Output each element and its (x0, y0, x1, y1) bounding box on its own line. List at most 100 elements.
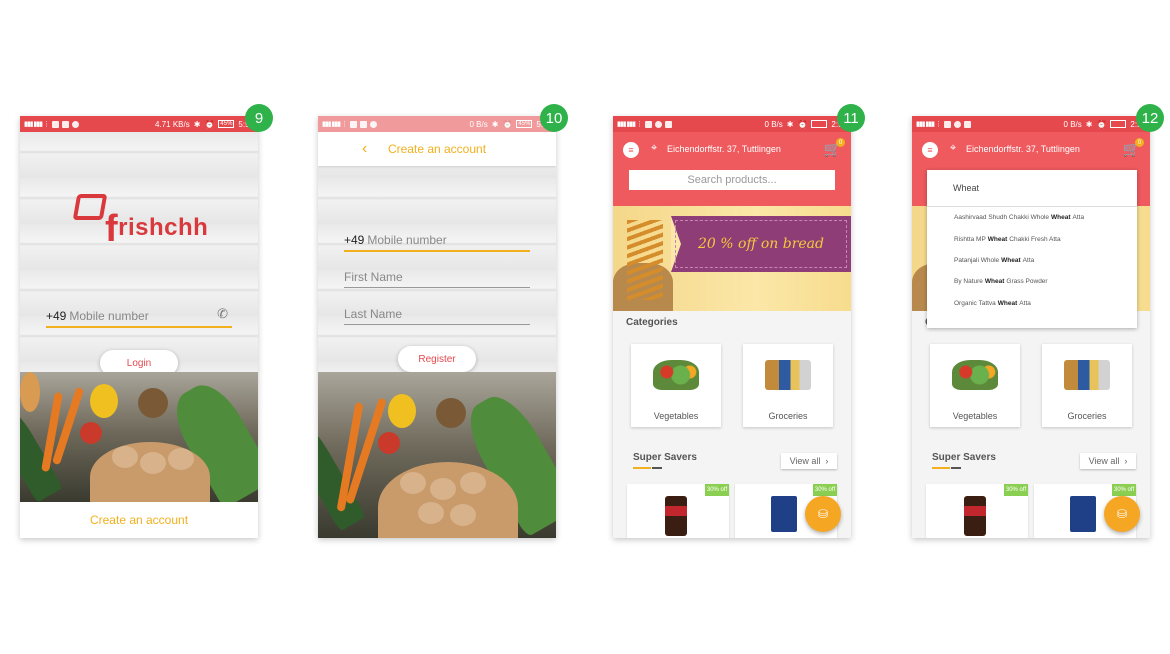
check-icon (62, 120, 70, 128)
basket-fab-icon[interactable]: ⛁ (1104, 496, 1140, 532)
mobile-number-field[interactable]: +49 Mobile number ✆ (46, 306, 232, 328)
category-groceries[interactable]: Groceries (743, 344, 833, 427)
discount-badge: 30% off (705, 484, 729, 496)
bluetooth-icon: ✱ (786, 119, 794, 129)
battery-indicator: 45% (516, 120, 533, 128)
network-speed: 0 B/s (469, 119, 488, 129)
category-vegetables[interactable]: Vegetables (930, 344, 1020, 427)
basket-fab-icon[interactable]: ⛁ (805, 496, 841, 532)
category-vegetables[interactable]: Vegetables (631, 344, 721, 427)
title-underline (633, 467, 651, 469)
super-savers-title: Super Savers (932, 452, 996, 463)
vegetables-photo (20, 372, 258, 502)
signal-icon: ▮▮▮ ▮▮▮ ⋮ (916, 121, 942, 128)
wheat-image (627, 220, 663, 300)
status-bar: ▮▮▮ ▮▮▮ ⋮ 4.71 KB/s✱⏰45%5:58 (20, 116, 258, 132)
alarm-icon: ⏰ (797, 119, 808, 129)
suggestion-item[interactable]: Patanjali Whole Wheat Atta (927, 250, 1137, 271)
coffee-jar-image (964, 496, 986, 536)
view-all-button[interactable]: View all › (781, 453, 837, 469)
banner-text: 20 % off on bread (671, 216, 851, 272)
battery-indicator: 45% (218, 120, 235, 128)
notification-icon (944, 120, 952, 128)
categories-title: Categories (626, 317, 678, 328)
suggestion-item[interactable]: Aashirvaad Shudh Chakki Whole Wheat Atta (927, 207, 1137, 228)
delivery-address[interactable]: Eichendorffstr. 37, Tuttlingen (667, 144, 781, 154)
menu-icon[interactable]: ≡ (623, 142, 639, 158)
signal-icon: ▮▮▮ ▮▮▮ ⋮ (24, 121, 50, 128)
phone-icon: ✆ (217, 306, 228, 321)
last-name-placeholder: Last Name (344, 307, 403, 321)
bluetooth-icon: ✱ (491, 119, 499, 129)
product-card[interactable]: 30% off (627, 484, 729, 538)
step-badge-10: 10 (540, 104, 568, 132)
step-badge-11: 11 (837, 104, 865, 132)
status-bar: ▮▮▮ ▮▮▮ ⋮ 0 B/s✱⏰2:55 (912, 116, 1150, 132)
search-screen: ▮▮▮ ▮▮▮ ⋮ 0 B/s✱⏰2:55 ≡ ⌖ Eichendorffstr… (912, 116, 1150, 538)
signal-icon: ▮▮▮ ▮▮▮ ⋮ (322, 121, 348, 128)
category-label: Groceries (768, 411, 808, 421)
location-pin-icon: ⌖ (950, 142, 957, 154)
coffee-jar-image (665, 496, 687, 536)
alarm-icon: ⏰ (502, 119, 513, 129)
nfc-icon (964, 120, 972, 128)
account-icon (655, 120, 663, 128)
signal-icon: ▮▮▮ ▮▮▮ ⋮ (617, 121, 643, 128)
battery-icon (1110, 120, 1127, 128)
suggestion-item[interactable]: Organic Tattva Wheat Atta (927, 293, 1137, 314)
first-name-field[interactable]: First Name (344, 266, 530, 288)
home-screen: ▮▮▮ ▮▮▮ ⋮ 0 B/s✱⏰2:55 ≡ ⌖ Eichendorffstr… (613, 116, 851, 538)
category-groceries[interactable]: Groceries (1042, 344, 1132, 427)
suggestion-item[interactable]: By Nature Wheat Grass Powder (927, 271, 1137, 292)
cart-count-badge: 0 (1135, 138, 1144, 147)
network-speed: 0 B/s (764, 119, 783, 129)
mobile-placeholder: Mobile number (69, 309, 149, 323)
search-input[interactable]: Wheat (927, 170, 1137, 207)
cart-count-badge: 0 (836, 138, 845, 147)
register-button[interactable]: Register (398, 346, 476, 372)
alarm-icon: ⏰ (1096, 119, 1107, 129)
location-pin-icon: ⌖ (651, 142, 658, 154)
search-suggestions: Wheat Aashirvaad Shudh Chakki Whole Wheat… (927, 170, 1137, 328)
vegetables-image (952, 360, 998, 390)
status-bar: ▮▮▮ ▮▮▮ ⋮ 0 B/s✱⏰2:55 (613, 116, 851, 132)
alarm-icon: ⏰ (204, 119, 215, 129)
discount-badge: 30% off (1112, 484, 1136, 496)
view-all-button[interactable]: View all › (1080, 453, 1136, 469)
suggestion-item[interactable]: Rishtta MP Wheat Chakki Fresh Atta (927, 228, 1137, 249)
discount-badge: 30% off (1004, 484, 1028, 496)
product-card[interactable]: 30% off (926, 484, 1028, 538)
create-account-link[interactable]: Create an account (20, 502, 258, 538)
bluetooth-icon: ✱ (1085, 119, 1093, 129)
frishchh-logo: frishchh (72, 180, 208, 250)
search-input[interactable]: Search products... (629, 170, 835, 190)
menu-icon[interactable]: ≡ (922, 142, 938, 158)
delivery-address[interactable]: Eichendorffstr. 37, Tuttlingen (966, 144, 1080, 154)
cart-logo-icon (72, 194, 108, 220)
page-title: Create an account (387, 142, 487, 156)
last-name-field[interactable]: Last Name (344, 303, 530, 325)
discount-badge: 30% off (813, 484, 837, 496)
mobile-placeholder: Mobile number (367, 233, 447, 247)
sync-icon (72, 120, 80, 128)
groceries-image (1064, 360, 1110, 390)
vegetables-image (653, 360, 699, 390)
country-code: +49 (344, 233, 365, 247)
create-account-header: ‹ Create an account (318, 132, 556, 166)
login-screen: ▮▮▮ ▮▮▮ ⋮ 4.71 KB/s✱⏰45%5:58 frishchh +4… (20, 116, 258, 538)
nfc-icon (665, 120, 673, 128)
step-badge-12: 12 (1136, 104, 1164, 132)
back-chevron-icon[interactable]: ‹ (362, 140, 367, 158)
chevron-right-icon: › (1124, 456, 1128, 466)
status-bar: ▮▮▮ ▮▮▮ ⋮ 0 B/s✱⏰45%5:58 (318, 116, 556, 132)
gallery-icon (350, 120, 358, 128)
promo-banner[interactable]: 20 % off on bread (613, 206, 851, 311)
logo-text: frishchh (105, 208, 209, 250)
gallery-icon (52, 120, 60, 128)
title-underline (951, 467, 961, 469)
network-speed: 4.71 KB/s (155, 119, 190, 129)
mobile-number-field[interactable]: +49 Mobile number (344, 230, 530, 252)
check-icon (360, 120, 368, 128)
account-icon (954, 120, 962, 128)
create-account-screen: ▮▮▮ ▮▮▮ ⋮ 0 B/s✱⏰45%5:58 ‹ Create an acc… (318, 116, 556, 538)
